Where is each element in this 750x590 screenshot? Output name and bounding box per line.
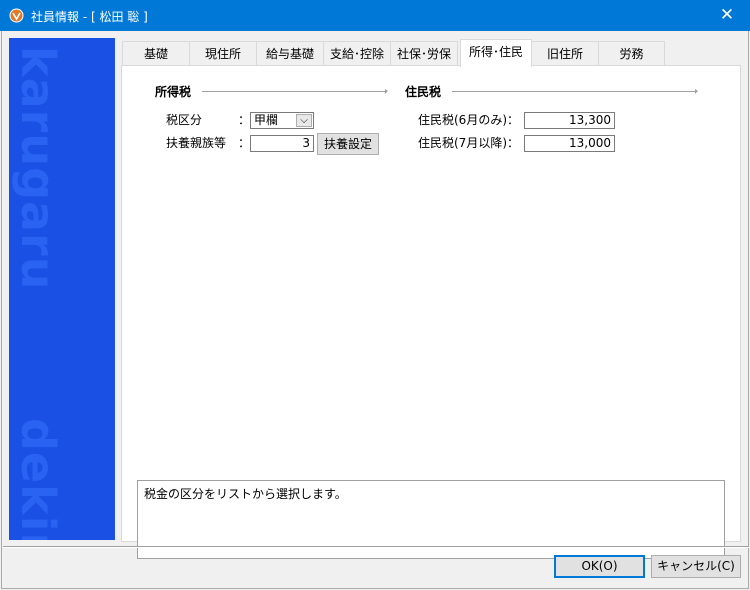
close-icon: ✕ [719,5,735,25]
window-body: karugaru dekiru 基礎 現住所 給与基礎 支給･控除 社保･労保 … [1,31,749,589]
tab-label: 支給･控除 [329,47,384,61]
tab-label: 現住所 [204,47,241,61]
footer-divider [3,546,749,548]
resident-tax-divider [452,89,698,94]
dependents-settings-button[interactable]: 扶養設定 [317,133,379,155]
tax-class-value: 甲欄 [254,113,279,127]
tab-income-resident[interactable]: 所得･住民 [460,39,532,67]
tab-label: 旧住所 [546,47,583,61]
tax-class-colon: ： [238,113,251,127]
cancel-button[interactable]: キャンセル(C) [651,555,741,578]
chevron-down-icon[interactable]: ⌵ [296,114,312,127]
side-banner: karugaru dekiru [9,38,115,540]
help-message-text: 税金の区分をリストから選択します。 [144,487,347,501]
tab-social-insurance[interactable]: 社保･労保 [390,41,458,66]
tab-current-address[interactable]: 現住所 [189,41,257,66]
close-button[interactable]: ✕ [704,0,750,31]
watermark-bottom: dekiru [11,418,65,540]
dependents-colon: ： [238,136,251,150]
app-icon [9,8,24,23]
tab-label: 所得･住民 [468,45,523,59]
resident-tax-june-label: 住民税(6月のみ)： [418,113,519,127]
resident-tax-july-label: 住民税(7月以降)： [418,136,519,150]
tab-label: 基礎 [143,47,168,61]
tax-class-label: 税区分 [166,113,203,127]
tab-old-address[interactable]: 旧住所 [531,41,599,66]
tab-label: 社保･労保 [396,47,451,61]
tab-label: 給与基礎 [265,47,314,61]
dependents-count-field[interactable]: 3 [250,135,314,152]
tax-class-select[interactable]: 甲欄 ⌵ [250,112,314,129]
ok-button[interactable]: OK(O) [554,555,645,578]
tab-basic[interactable]: 基礎 [122,41,190,66]
resident-tax-heading: 住民税 [405,85,442,99]
watermark-top: karugaru [11,46,65,291]
tab-pay-deductions[interactable]: 支給･控除 [323,41,391,66]
resident-tax-july-field[interactable]: 13,000 [524,135,615,152]
window-title: 社員情報 - [ 松田 聡 ] [31,10,148,24]
tab-panel-income-resident: 所得税 税区分 ： 甲欄 ⌵ 扶養親族等 ： 3 扶養設定 住民税 住民税(6月… [121,65,741,559]
dependents-label: 扶養親族等 [166,136,227,150]
title-bar: 社員情報 - [ 松田 聡 ] ✕ [0,0,750,31]
income-tax-divider [202,89,388,94]
tab-labor[interactable]: 労務 [598,41,665,66]
income-tax-heading: 所得税 [155,85,192,99]
resident-tax-june-field[interactable]: 13,300 [524,112,615,129]
tab-label: 労務 [619,47,644,61]
tab-salary-basic[interactable]: 給与基礎 [256,41,324,66]
